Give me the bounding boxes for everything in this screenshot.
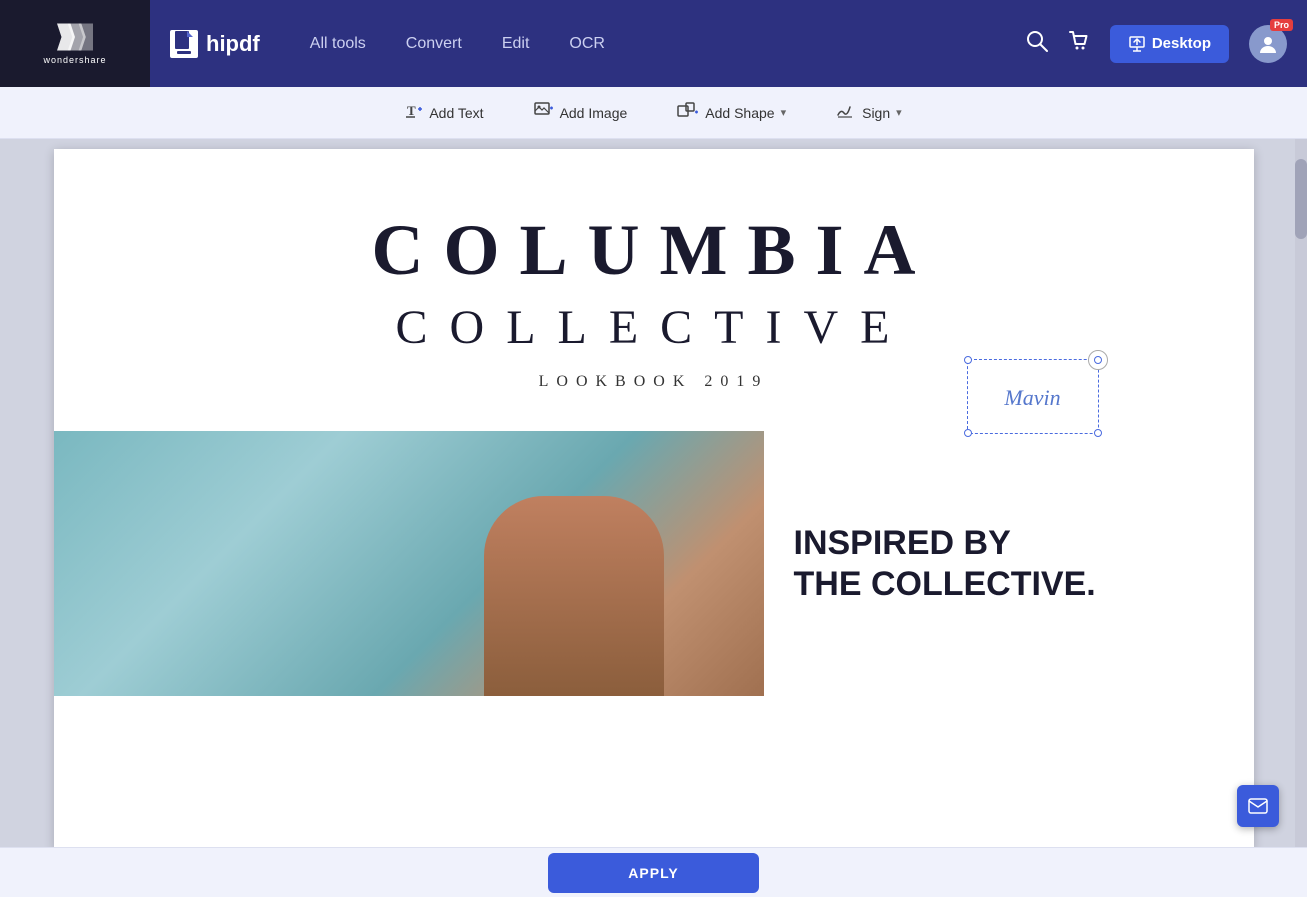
apply-button[interactable]: APPLY [548,853,758,893]
user-avatar[interactable]: Pro [1249,25,1287,63]
pro-badge: Pro [1270,19,1293,31]
nav-all-tools[interactable]: All tools [310,35,366,53]
nav-convert[interactable]: Convert [406,35,462,53]
add-text-label: Add Text [429,105,483,121]
add-shape-btn[interactable]: Add Shape ▾ [677,101,786,124]
desktop-button[interactable]: Desktop [1110,25,1229,63]
signature-box[interactable]: × Mavin [967,359,1099,434]
add-text-btn[interactable]: T Add Text [405,101,483,124]
sign-label: Sign [862,105,890,121]
email-fab-button[interactable] [1237,785,1279,827]
svg-text:T: T [407,103,416,118]
signature-handle-tr[interactable] [1094,356,1102,364]
collective-title: COLLECTIVE [54,300,1254,355]
inspired-line2: THE COLLECTIVE. [794,564,1224,605]
add-image-label: Add Image [560,105,628,121]
wondershare-logo: wondershare [0,0,150,87]
hipdf-logo-icon [170,30,198,58]
add-shape-chevron[interactable]: ▾ [781,106,787,119]
search-icon[interactable] [1026,30,1048,58]
sign-btn[interactable]: Sign ▾ [836,101,902,124]
sign-icon [836,101,856,124]
pdf-page: COLUMBIA COLLECTIVE LOOKBOOK 2019 × Mavi… [54,149,1254,847]
hipdf-label: hipdf [206,31,260,57]
add-shape-label: Add Shape [705,105,774,121]
cart-icon[interactable] [1068,30,1090,58]
add-shape-icon [677,101,699,124]
add-text-icon: T [405,101,423,124]
bottom-bar: APPLY [0,847,1307,897]
signature-handle-bl[interactable] [964,429,972,437]
desktop-btn-label: Desktop [1152,35,1211,52]
signature-handle-br[interactable] [1094,429,1102,437]
add-image-icon [534,101,554,124]
pdf-viewer: COLUMBIA COLLECTIVE LOOKBOOK 2019 × Mavi… [0,139,1307,847]
right-text-panel: INSPIRED BY THE COLLECTIVE. [764,431,1254,696]
chair-image [54,431,764,696]
pdf-image-section: INSPIRED BY THE COLLECTIVE. [54,431,1254,696]
nav-actions: Desktop Pro [1026,25,1307,63]
scrollbar-thumb[interactable] [1295,159,1307,239]
scrollbar[interactable] [1295,139,1307,847]
columbia-title: COLUMBIA [54,209,1254,292]
hipdf-brand: hipdf [150,30,280,58]
sign-chevron[interactable]: ▾ [896,106,902,119]
navbar: wondershare hipdf All tools Convert Edit… [0,0,1307,87]
add-image-btn[interactable]: Add Image [534,101,628,124]
nav-edit[interactable]: Edit [502,35,530,53]
nav-links: All tools Convert Edit OCR [310,35,1026,53]
wondershare-label: wondershare [43,55,106,65]
content-wrapper: COLUMBIA COLLECTIVE LOOKBOOK 2019 × Mavi… [0,139,1307,847]
signature-handle-tl[interactable] [964,356,972,364]
signature-text: Mavin [968,360,1098,435]
inspired-text: INSPIRED BY THE COLLECTIVE. [794,523,1224,605]
toolbar: T Add Text Add Image [0,87,1307,139]
inspired-line1: INSPIRED BY [794,523,1224,564]
nav-ocr[interactable]: OCR [569,35,605,53]
